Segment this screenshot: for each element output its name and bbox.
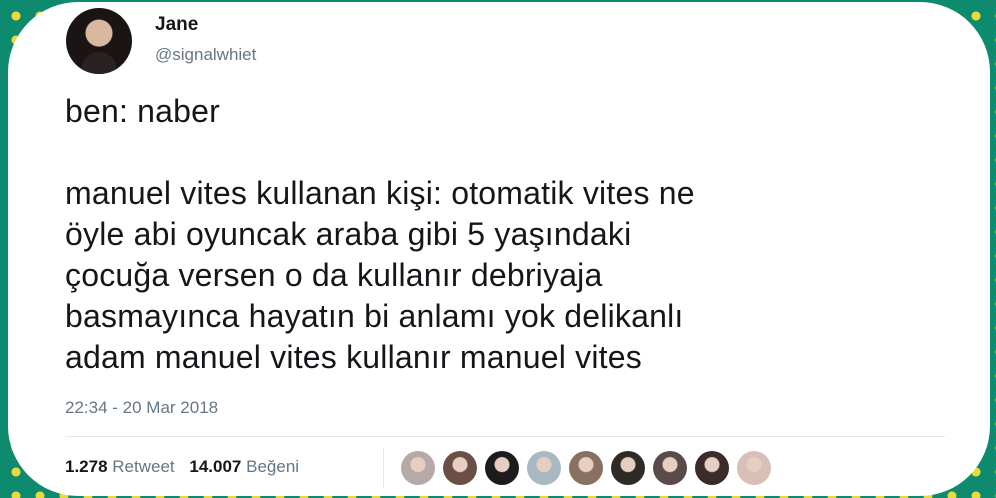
like-count: 14.007 [189, 457, 242, 476]
retweet-count: 1.278 [65, 457, 108, 476]
author-name[interactable]: Jane [155, 14, 198, 36]
tweet-text-body: manuel vites kullanan kişi: otomatik vit… [65, 175, 695, 375]
liker-avatar[interactable] [527, 451, 561, 485]
divider [65, 436, 945, 437]
tweet-timestamp[interactable]: 22:34 - 20 Mar 2018 [65, 398, 218, 418]
like-stat[interactable]: 14.007 Beğeni [189, 457, 299, 476]
retweet-stat[interactable]: 1.278 Retweet [65, 457, 175, 476]
liker-avatar[interactable] [737, 451, 771, 485]
liker-avatar[interactable] [485, 451, 519, 485]
author-avatar[interactable] [66, 8, 132, 74]
liker-avatar[interactable] [611, 451, 645, 485]
liker-avatar[interactable] [401, 451, 435, 485]
liker-avatar[interactable] [443, 451, 477, 485]
tweet-text: ben: naber manuel vites kullanan kişi: o… [65, 91, 965, 378]
tweet-text-line: ben: naber [65, 93, 221, 129]
liker-avatar[interactable] [695, 451, 729, 485]
liker-avatars [401, 451, 771, 485]
tweet-stats: 1.278 Retweet 14.007 Beğeni [65, 457, 299, 477]
liker-avatar[interactable] [569, 451, 603, 485]
like-label: Beğeni [246, 457, 300, 476]
liker-avatar[interactable] [653, 451, 687, 485]
stats-divider [383, 448, 384, 488]
retweet-label: Retweet [112, 457, 175, 476]
author-handle[interactable]: @signalwhiet [155, 45, 256, 65]
tweet-card: Jane @signalwhiet ben: naber manuel vite… [8, 2, 990, 496]
